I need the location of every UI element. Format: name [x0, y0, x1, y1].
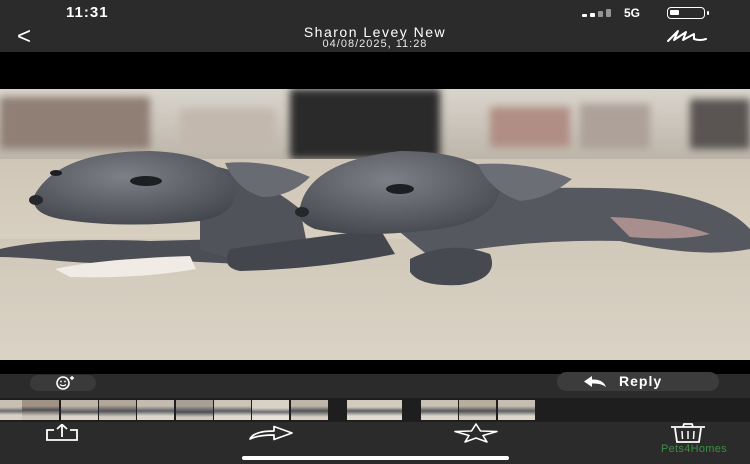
- thumbnail[interactable]: [137, 400, 174, 420]
- share-icon[interactable]: [44, 424, 80, 442]
- network-type: 5G: [624, 6, 641, 20]
- thumbnail[interactable]: [252, 400, 289, 420]
- reply-label: Reply: [619, 373, 663, 389]
- markup-icon[interactable]: [664, 27, 710, 47]
- forward-icon[interactable]: [248, 425, 294, 441]
- thumbnail[interactable]: [61, 400, 98, 420]
- thumbnail[interactable]: [498, 400, 535, 420]
- thumbnail[interactable]: [176, 400, 213, 420]
- header: < Sharon Levey New 04/08/2025, 11:28: [0, 24, 750, 52]
- smiley-plus-icon: [56, 376, 74, 390]
- home-indicator[interactable]: [242, 456, 509, 460]
- signal-icon: [582, 9, 616, 17]
- thumbnail[interactable]: [459, 400, 496, 420]
- thumbnail[interactable]: [291, 400, 328, 420]
- reply-button[interactable]: Reply: [557, 372, 719, 391]
- thumbnail[interactable]: [99, 400, 136, 420]
- battery-icon: [667, 7, 709, 19]
- trash-icon[interactable]: [669, 423, 707, 443]
- watermark: Pets4Homes: [661, 443, 727, 455]
- thumbnail[interactable]: [214, 400, 251, 420]
- status-bar: 11:31 5G: [0, 0, 750, 24]
- star-icon[interactable]: [453, 423, 499, 443]
- photo-viewer[interactable]: [0, 52, 750, 374]
- thumbnail-strip[interactable]: [0, 398, 750, 422]
- thumbnail[interactable]: [347, 400, 402, 420]
- puppies-photo: [0, 89, 750, 360]
- thumbnail[interactable]: [421, 400, 458, 420]
- status-time: 11:31: [66, 4, 109, 21]
- reply-arrow-icon: [584, 376, 606, 387]
- thumbnail[interactable]: [22, 400, 59, 420]
- tapback-button[interactable]: [30, 375, 96, 391]
- message-date: 04/08/2025, 11:28: [322, 38, 428, 50]
